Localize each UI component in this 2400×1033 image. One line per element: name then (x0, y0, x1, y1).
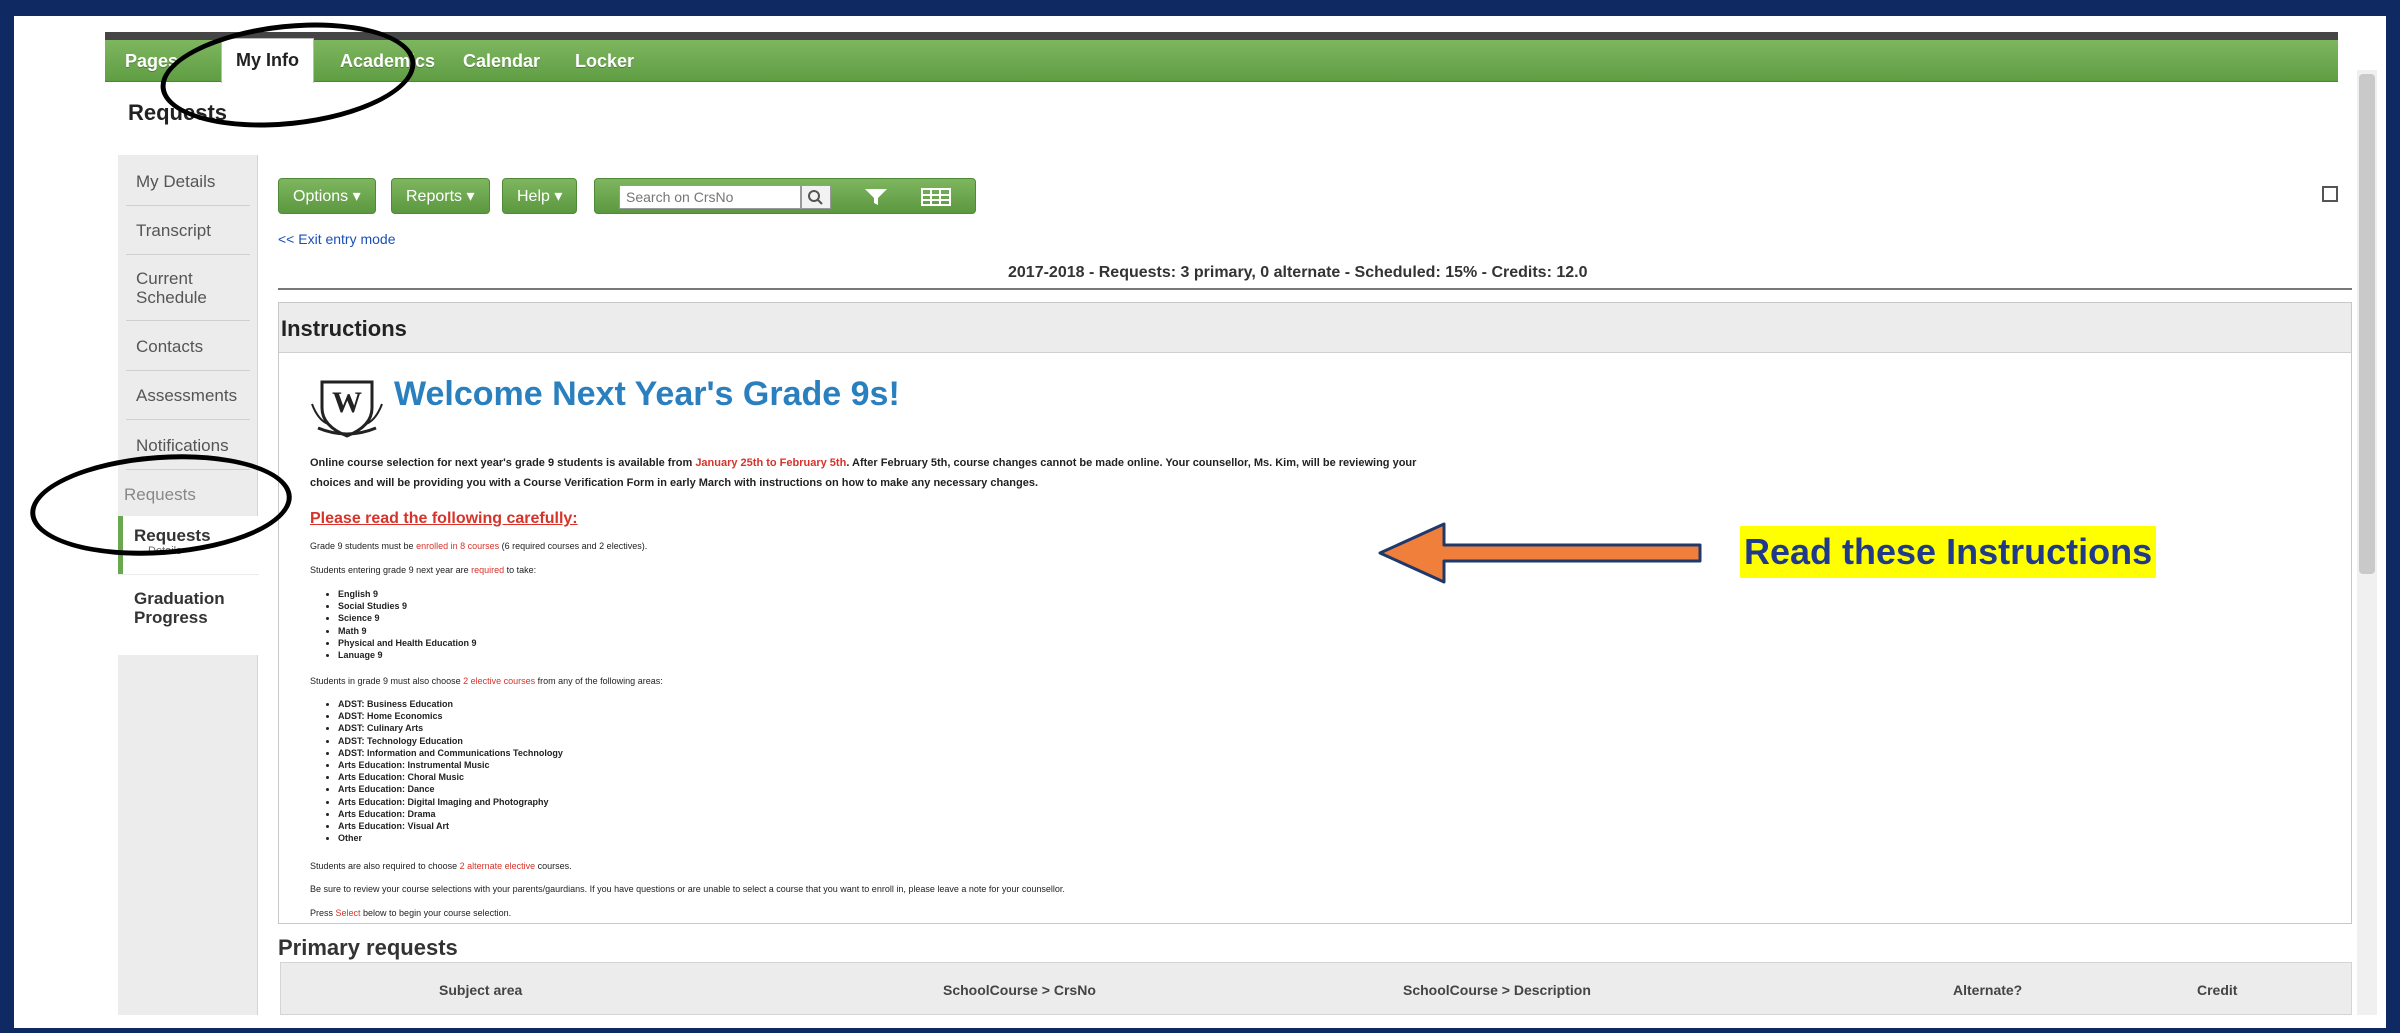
required-note: Students entering grade 9 next year are … (310, 565, 537, 575)
request-summary: 2017-2018 - Requests: 3 primary, 0 alter… (1008, 264, 1588, 281)
svg-text:W: W (332, 386, 362, 419)
intro-line-1: Online course selection for next year's … (310, 457, 1417, 469)
press-select-note: Press Select below to begin your course … (310, 908, 512, 918)
list-item: Arts Education: Choral Music (338, 771, 563, 783)
grid-icon[interactable] (921, 188, 951, 206)
list-item: Science 9 (338, 612, 477, 624)
list-item: ADST: Business Education (338, 698, 563, 710)
list-item: ADST: Home Economics (338, 710, 563, 722)
tab-calendar[interactable]: Calendar (449, 40, 554, 82)
primary-requests-table-header: Subject area SchoolCourse > CrsNo School… (280, 962, 2352, 1015)
sidebar-divider (126, 205, 250, 206)
search-toolbar (594, 178, 976, 214)
annotation-callout: Read these Instructions (1740, 526, 2157, 578)
intro-line-2: choices and will be providing you with a… (310, 477, 1039, 489)
search-icon (808, 190, 823, 205)
search-input[interactable] (619, 185, 801, 209)
list-item: ADST: Information and Communications Tec… (338, 747, 563, 759)
list-item: Arts Education: Digital Imaging and Phot… (338, 796, 563, 808)
list-item: Lanuage 9 (338, 649, 477, 661)
primary-requests-title: Primary requests (278, 935, 458, 960)
list-item: ADST: Technology Education (338, 735, 563, 747)
sidebar-divider (126, 370, 250, 371)
list-item: Math 9 (338, 625, 477, 637)
column-header-subject-area[interactable]: Subject area (439, 982, 522, 998)
read-carefully-heading: Please read the following carefully: (310, 510, 578, 527)
tab-bar: Pages My Info Academics Calendar Locker (105, 38, 2338, 83)
alternate-note: Students are also required to choose 2 a… (310, 861, 572, 871)
list-item: Social Studies 9 (338, 600, 477, 612)
enroll-note: Grade 9 students must be enrolled in 8 c… (310, 541, 648, 551)
top-bar (105, 32, 2338, 40)
sidebar-divider (126, 419, 250, 420)
column-header-crsno[interactable]: SchoolCourse > CrsNo (943, 982, 1096, 998)
list-item: English 9 (338, 588, 477, 600)
column-header-credit[interactable]: Credit (2197, 982, 2237, 998)
sidebar-item-assessments[interactable]: Assessments (118, 386, 258, 405)
popout-icon[interactable] (2322, 186, 2338, 202)
review-note: Be sure to review your course selections… (310, 884, 1065, 894)
elective-note: Students in grade 9 must also choose 2 e… (310, 676, 663, 686)
annotation-arrow-icon (1378, 522, 1702, 584)
elective-area-list: ADST: Business Education ADST: Home Econ… (338, 698, 563, 844)
sidebar-item-my-details[interactable]: My Details (118, 172, 258, 191)
sidebar-item-transcript[interactable]: Transcript (118, 221, 258, 240)
summary-divider (278, 288, 2352, 290)
welcome-heading: Welcome Next Year's Grade 9s! (394, 375, 900, 413)
sidebar-divider (126, 254, 250, 255)
scrollbar-thumb[interactable] (2359, 74, 2375, 574)
column-header-alternate[interactable]: Alternate? (1953, 982, 2022, 998)
exit-entry-mode-link[interactable]: << Exit entry mode (278, 231, 396, 247)
sidebar-item-notifications[interactable]: Notifications (118, 436, 258, 455)
tab-locker[interactable]: Locker (561, 40, 648, 82)
sidebar-item-current-schedule[interactable]: Current Schedule (118, 269, 228, 307)
options-button[interactable]: Options ▾ (278, 178, 376, 214)
search-button[interactable] (801, 185, 831, 209)
sidebar: My Details Transcript Current Schedule C… (118, 155, 258, 1015)
sidebar-divider (126, 320, 250, 321)
required-course-list: English 9 Social Studies 9 Science 9 Mat… (338, 588, 477, 661)
sidebar-item-contacts[interactable]: Contacts (118, 337, 258, 356)
list-item: Arts Education: Dance (338, 783, 563, 795)
list-item: Other (338, 832, 563, 844)
instructions-header: Instructions (279, 303, 2351, 353)
list-item: ADST: Culinary Arts (338, 722, 563, 734)
list-item: Physical and Health Education 9 (338, 637, 477, 649)
filter-icon[interactable] (863, 187, 889, 207)
column-header-description[interactable]: SchoolCourse > Description (1403, 982, 1591, 998)
instructions-title: Instructions (281, 316, 407, 341)
sidebar-item-graduation-progress[interactable]: Graduation Progress (118, 575, 258, 655)
list-item: Arts Education: Visual Art (338, 820, 563, 832)
list-item: Arts Education: Instrumental Music (338, 759, 563, 771)
reports-button[interactable]: Reports ▾ (391, 178, 490, 214)
school-crest-icon: W (311, 380, 383, 438)
list-item: Arts Education: Drama (338, 808, 563, 820)
help-button[interactable]: Help ▾ (502, 178, 578, 214)
